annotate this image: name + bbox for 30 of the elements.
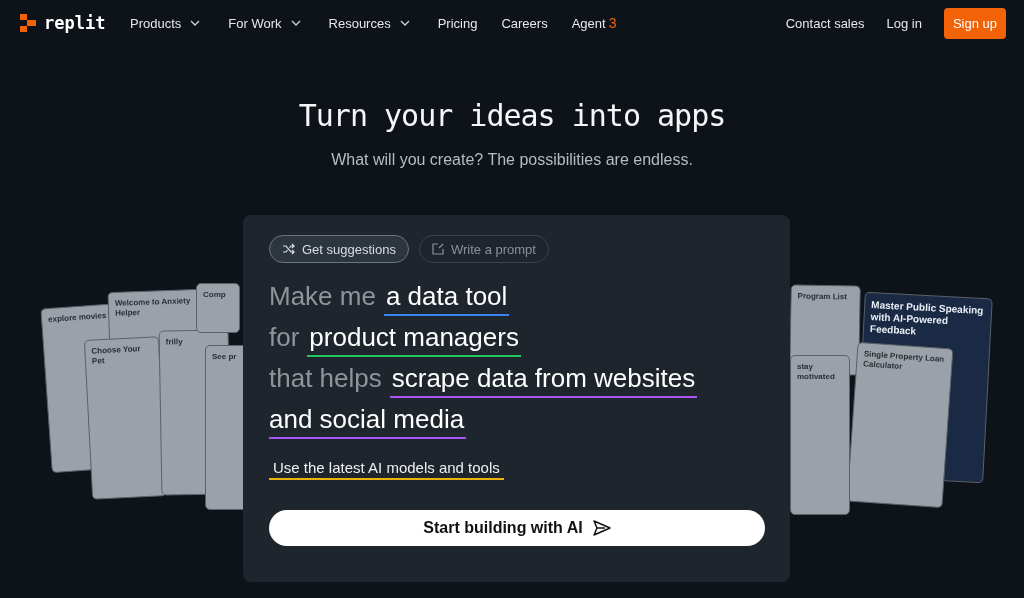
app-screenshot: Comp [196, 283, 240, 333]
prompt-choice[interactable]: a data tool [383, 281, 510, 316]
nav-link[interactable]: Contact sales [785, 15, 865, 31]
prompt-text: Make me [269, 281, 376, 312]
logo-icon[interactable] [18, 13, 38, 33]
shuffle-icon [282, 243, 295, 255]
prompt-option[interactable]: Use the latest AI models and tools [269, 459, 504, 480]
nav-link[interactable]: Products [130, 15, 201, 31]
send-icon [592, 520, 611, 536]
logo-text[interactable]: replit [44, 13, 106, 33]
nav-link[interactable]: Resources [328, 15, 410, 31]
chevron-down-icon [290, 20, 301, 26]
prompt-choice[interactable]: product managers [307, 322, 521, 357]
hero-title: Turn your ideas into apps [297, 98, 727, 133]
prompt-choice[interactable]: scrape data from websites [389, 363, 698, 398]
app-screenshot: stay motivated [790, 355, 850, 515]
prompt-choice[interactable]: and social media [269, 404, 467, 439]
edit-icon [431, 243, 444, 255]
start-building-button[interactable]: Start building with AI [269, 510, 765, 546]
nav-link[interactable]: Pricing [437, 15, 478, 31]
prompt-tab[interactable]: Get suggestions [269, 235, 409, 263]
nav-link[interactable]: For Work [228, 15, 301, 31]
hero-subtitle: What will you create? The possibilities are endless. [330, 151, 694, 169]
prompt-text: for [269, 322, 300, 353]
chevron-down-icon [399, 20, 410, 26]
nav-link[interactable]: Log in [886, 15, 922, 31]
nav-link[interactable]: Agent 3 [571, 15, 617, 31]
prompt-text: that helps [269, 363, 382, 394]
chevron-down-icon [190, 20, 201, 26]
nav-link[interactable]: Careers [501, 15, 548, 31]
